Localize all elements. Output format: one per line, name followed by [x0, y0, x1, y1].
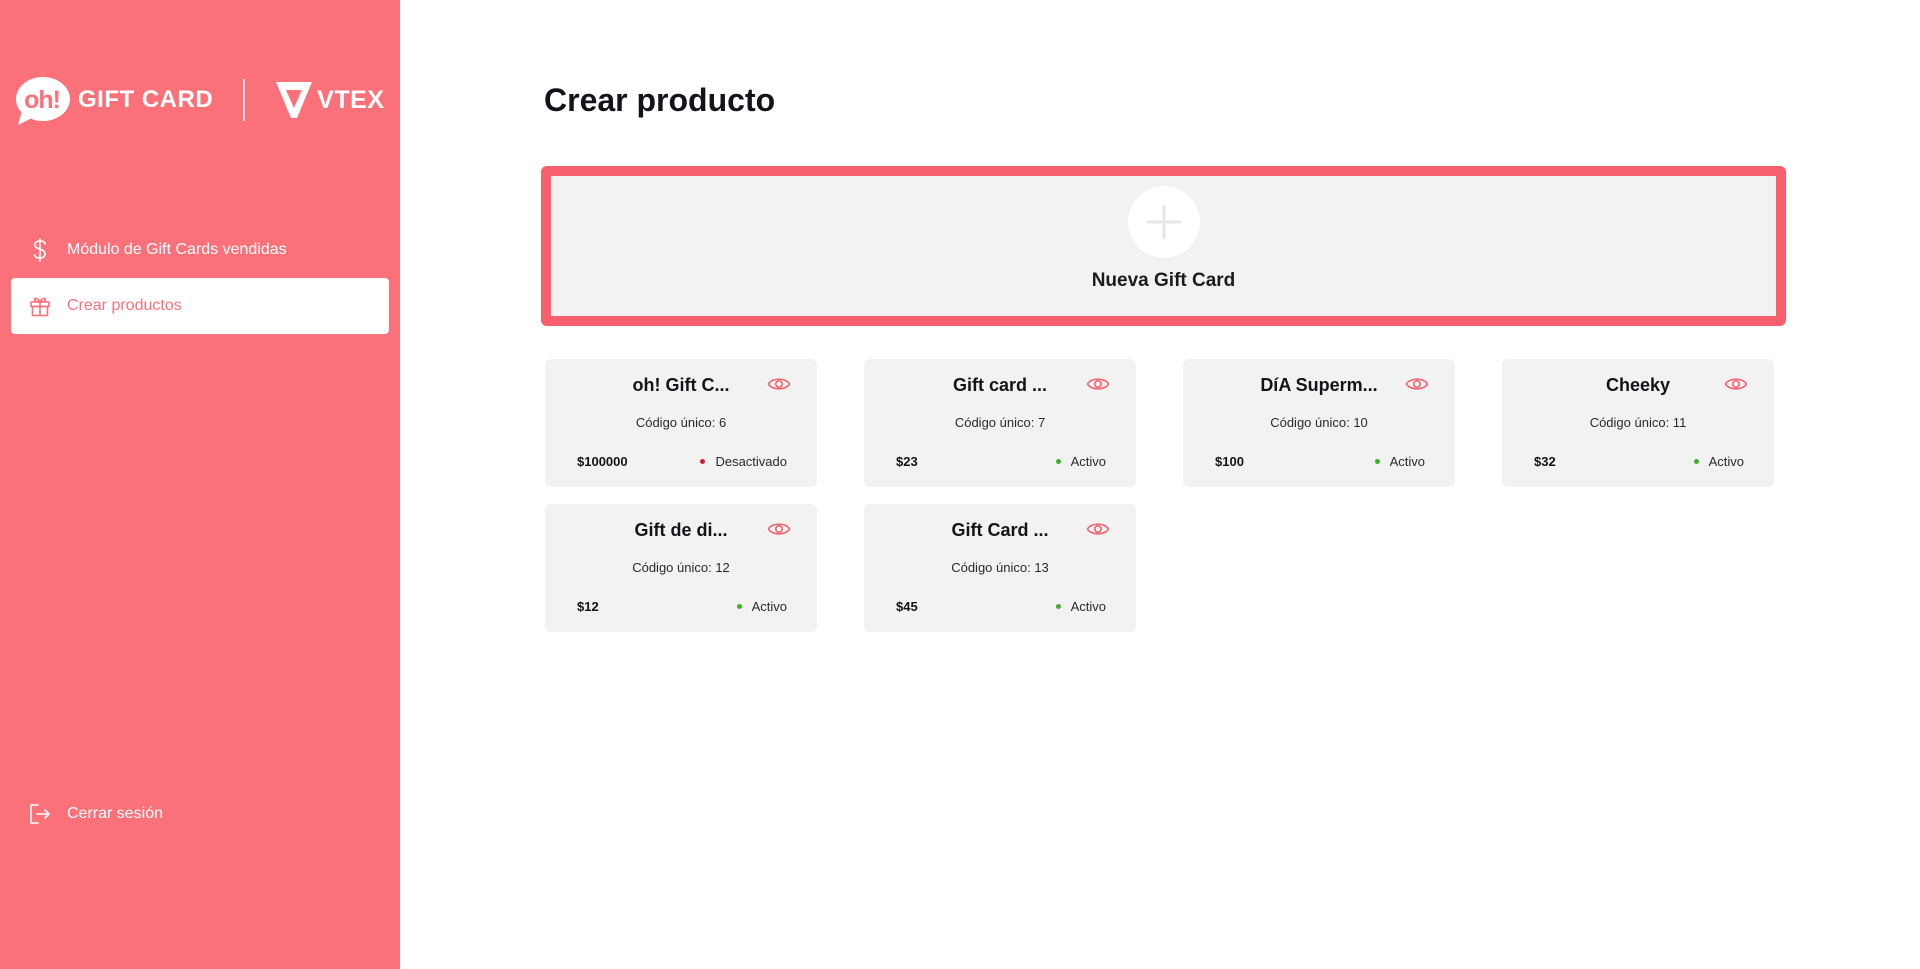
sidebar-item-label: Crear productos: [67, 297, 182, 314]
card-code: Código único: 11: [1589, 415, 1687, 430]
oh-bubble-icon: oh!: [14, 75, 72, 125]
card-price: $32: [1534, 454, 1556, 469]
card-price: $12: [577, 599, 599, 614]
status-label: Activo: [1070, 599, 1106, 614]
brand-logos: oh! GIFT CARD VTEX: [14, 72, 384, 128]
sidebar: oh! GIFT CARD VTEX Módulo de Gift Cards …: [0, 0, 400, 969]
logout-button[interactable]: Cerrar sesión: [11, 786, 389, 842]
new-gift-card-button[interactable]: Nueva Gift Card: [541, 166, 1786, 326]
status-dot: [736, 604, 742, 609]
gift-card-item[interactable]: DíA Superm... Código único: 10 $100 Acti…: [1183, 359, 1455, 487]
status-dot: [1055, 459, 1061, 464]
gift-card-item[interactable]: Gift de di... Código único: 12 $12 Activ…: [545, 504, 817, 632]
card-price: $100: [1215, 454, 1244, 469]
logout-label: Cerrar sesión: [67, 805, 164, 822]
page-title: Crear producto: [544, 82, 776, 118]
oh-logo-text: oh!: [24, 86, 61, 114]
card-price: $100000: [577, 454, 628, 469]
gift-card-item[interactable]: Gift card ... Código único: 7 $23 Activo: [864, 359, 1136, 487]
sidebar-nav: Módulo de Gift Cards vendidas Crear prod…: [11, 222, 389, 334]
status-dot: [1693, 459, 1699, 464]
eye-icon[interactable]: [1405, 374, 1429, 394]
status-badge: Activo: [1055, 599, 1106, 614]
status-label: Activo: [751, 599, 787, 614]
status-label: Activo: [1389, 454, 1425, 469]
vtex-logo-text: VTEX: [317, 85, 385, 114]
gift-card-logo-text: GIFT CARD: [78, 86, 214, 113]
status-badge: Desactivado: [700, 454, 787, 469]
vtex-logo: VTEX: [273, 80, 384, 120]
eye-icon[interactable]: [1086, 519, 1110, 539]
status-label: Desactivado: [715, 454, 787, 469]
plus-icon: [1127, 186, 1200, 258]
eye-icon[interactable]: [1086, 374, 1110, 394]
gift-card-item[interactable]: oh! Gift C... Código único: 6 $100000 De…: [545, 359, 817, 487]
eye-icon[interactable]: [767, 374, 791, 394]
status-badge: Activo: [1055, 454, 1106, 469]
status-dot: [1055, 604, 1061, 609]
gift-icon: [29, 295, 51, 317]
status-badge: Activo: [1693, 454, 1744, 469]
new-gift-card-label: Nueva Gift Card: [1091, 270, 1236, 291]
oh-gift-card-logo: oh! GIFT CARD: [14, 75, 213, 125]
logout-section: Cerrar sesión: [11, 786, 389, 842]
card-code: Código único: 6: [635, 415, 727, 430]
sidebar-item-gift-cards-vendidas[interactable]: Módulo de Gift Cards vendidas: [11, 222, 389, 278]
gift-card-item[interactable]: Cheeky Código único: 11 $32 Activo: [1502, 359, 1774, 487]
dollar-icon: [29, 238, 51, 262]
status-label: Activo: [1070, 454, 1106, 469]
logo-divider: [243, 79, 246, 121]
status-label: Activo: [1708, 454, 1744, 469]
card-code: Código único: 10: [1270, 415, 1368, 430]
status-badge: Activo: [1374, 454, 1425, 469]
sidebar-item-crear-productos[interactable]: Crear productos: [11, 278, 389, 334]
eye-icon[interactable]: [767, 519, 791, 539]
vtex-mark-icon: [276, 82, 313, 118]
eye-icon[interactable]: [1724, 374, 1748, 394]
card-price: $23: [896, 454, 918, 469]
sidebar-item-label: Módulo de Gift Cards vendidas: [67, 241, 287, 258]
status-dot: [1374, 459, 1380, 464]
main-content: Crear producto Nueva Gift Card oh! Gift …: [400, 0, 1920, 969]
card-code: Código único: 13: [951, 560, 1049, 575]
card-price: $45: [896, 599, 918, 614]
status-badge: Activo: [736, 599, 787, 614]
card-code: Código único: 12: [632, 560, 730, 575]
card-code: Código único: 7: [954, 415, 1046, 430]
logout-icon: [29, 803, 51, 825]
status-dot: [700, 459, 706, 464]
gift-card-item[interactable]: Gift Card ... Código único: 13 $45 Activ…: [864, 504, 1136, 632]
